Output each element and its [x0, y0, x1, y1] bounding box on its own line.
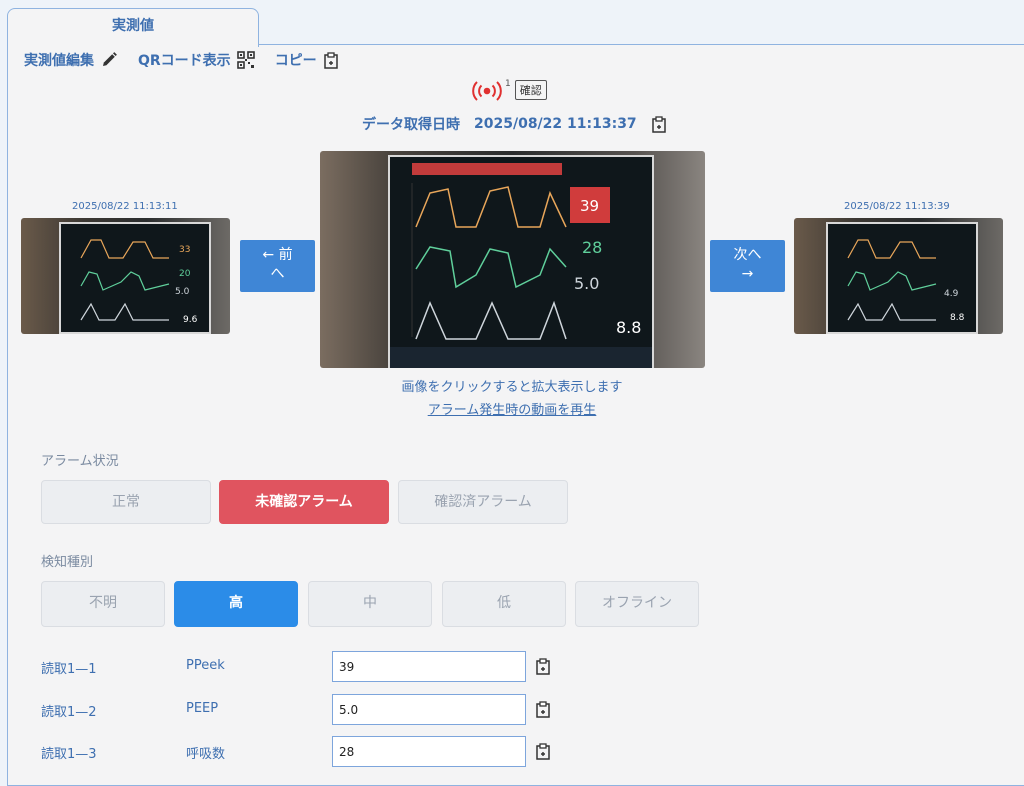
confirm-alarm-button[interactable]: 確認	[514, 80, 547, 100]
reading-value-input[interactable]	[332, 694, 526, 725]
copy-button[interactable]: コピー	[275, 50, 339, 70]
reading-key: 読取1—2	[41, 705, 97, 720]
qr-code-label: QRコード表示	[138, 53, 231, 69]
detection-unknown[interactable]: 不明	[41, 581, 165, 627]
edit-values-button[interactable]: 実測値編集	[24, 50, 118, 70]
detection-low[interactable]: 低	[442, 581, 566, 627]
detection-label: 検知種別	[41, 555, 94, 570]
acquired-timestamp: データ取得日時 2025/08/22 11:13:37	[362, 114, 667, 134]
clipboard-icon	[323, 51, 338, 69]
svg-text:20: 20	[179, 269, 191, 279]
svg-text:4.9: 4.9	[944, 289, 959, 299]
copy-label: コピー	[274, 53, 317, 69]
monitor-reading-rr: 28	[582, 238, 602, 257]
monitor-waveforms: 39 28 5.0 8.8	[390, 183, 652, 368]
zoom-hint: 画像をクリックすると拡大表示します	[401, 380, 623, 395]
next-image-time: 2025/08/22 11:13:39	[844, 201, 950, 212]
svg-text:5.0: 5.0	[175, 287, 190, 297]
monitor-alarm-banner	[412, 163, 562, 175]
detection-offline[interactable]: オフライン	[575, 581, 699, 627]
clipboard-icon[interactable]	[535, 701, 551, 718]
play-alarm-video-link[interactable]: アラーム発生時の動画を再生	[428, 403, 597, 418]
monitor-reading-peep: 5.0	[574, 274, 599, 293]
prev-image-time: 2025/08/22 11:13:11	[72, 201, 178, 212]
reading-name: PPeek	[186, 658, 225, 673]
reading-name: 呼吸数	[186, 747, 226, 762]
alarm-signal-icon	[472, 81, 502, 101]
prev-button-label: ← 前	[262, 247, 293, 263]
alarm-status-unconfirmed[interactable]: 未確認アラーム	[219, 480, 389, 524]
toolbar: 実測値編集 QRコード表示 コピー	[24, 50, 359, 70]
alarm-count: 1	[505, 79, 511, 89]
clipboard-icon[interactable]	[535, 743, 551, 760]
monitor-waveforms: 4.9 8.8	[847, 239, 965, 323]
alarm-status-confirmed[interactable]: 確認済アラーム	[398, 480, 568, 524]
detection-medium[interactable]: 中	[308, 581, 432, 627]
monitor-screen: 39 28 5.0 8.8	[388, 155, 654, 368]
next-button-sublabel: →	[741, 266, 754, 282]
acquired-value: 2025/08/22 11:13:37	[474, 116, 637, 132]
reading-name: PEEP	[186, 701, 219, 716]
main-monitor-image[interactable]: 39 28 5.0 8.8	[320, 151, 705, 368]
clipboard-icon[interactable]	[651, 115, 667, 133]
reading-key: 読取1—1	[41, 662, 97, 677]
detection-high[interactable]: 高	[174, 581, 298, 627]
next-button-label: 次へ	[733, 247, 762, 263]
clipboard-icon[interactable]	[535, 658, 551, 675]
monitor-reading-ppeak: 39	[580, 197, 599, 215]
reading-value-input[interactable]	[332, 651, 526, 682]
monitor-screen: 4.9 8.8	[826, 222, 978, 334]
alarm-indicator: 1 確認	[470, 79, 547, 102]
prev-button-sublabel: へ	[270, 266, 285, 282]
acquired-label: データ取得日時	[362, 117, 460, 133]
qr-code-icon	[236, 51, 255, 69]
pencil-icon	[103, 52, 117, 66]
next-image-button[interactable]: 次へ →	[710, 240, 785, 292]
alarm-status-label: アラーム状況	[41, 454, 119, 469]
reading-key: 読取1—3	[41, 747, 97, 762]
edit-values-label: 実測値編集	[24, 53, 94, 69]
qr-code-button[interactable]: QRコード表示	[138, 50, 255, 70]
prev-monitor-image[interactable]: 33 20 5.0 9.6	[21, 218, 230, 334]
prev-image-button[interactable]: ← 前 へ	[240, 240, 315, 292]
monitor-waveforms: 33 20 5.0 9.6	[80, 239, 198, 325]
alarm-status-normal[interactable]: 正常	[41, 480, 211, 524]
svg-text:9.6: 9.6	[183, 315, 198, 325]
video-link-wrap: アラーム発生時の動画を再生	[0, 399, 1024, 418]
monitor-reading-vt: 8.8	[616, 318, 641, 337]
svg-text:8.8: 8.8	[950, 313, 965, 323]
reading-value-input[interactable]	[332, 736, 526, 767]
tab-measured-values[interactable]: 実測値	[7, 8, 259, 47]
next-monitor-image[interactable]: 4.9 8.8	[794, 218, 1003, 334]
monitor-screen: 33 20 5.0 9.6	[59, 222, 211, 334]
svg-text:33: 33	[179, 245, 190, 255]
